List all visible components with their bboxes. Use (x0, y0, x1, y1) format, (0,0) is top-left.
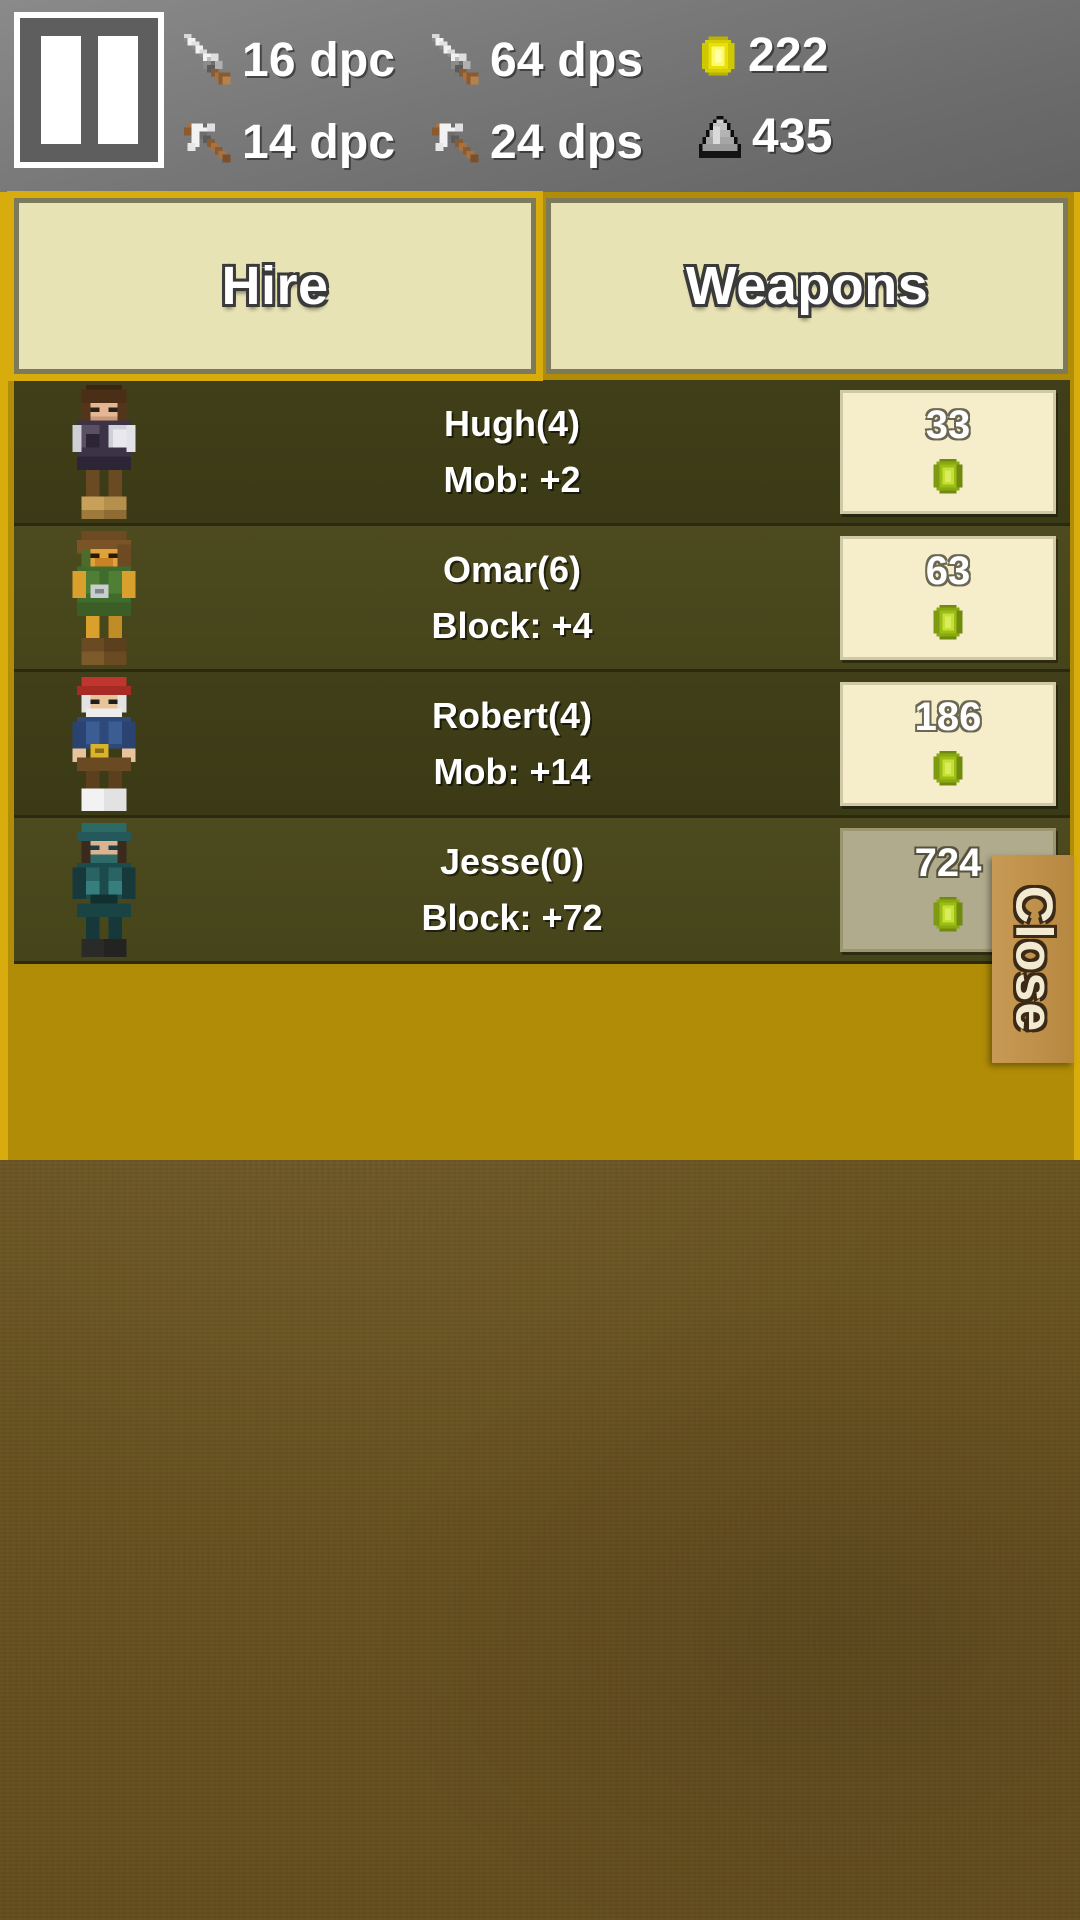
list-item[interactable]: Hugh(4) Mob: +2 33 (14, 380, 1070, 526)
top-hud: 16 dpc 14 dpc 64 dps 24 dps 222 435 (0, 0, 1080, 192)
game-screen: 16 dpc 14 dpc 64 dps 24 dps 222 435 Hire… (0, 0, 1080, 1920)
pause-button[interactable] (14, 12, 164, 168)
stat-pickaxe-dpc: 14 dpc (176, 112, 395, 174)
gold-gem-icon (692, 30, 744, 82)
hire-price-button[interactable]: 63 (840, 535, 1056, 660)
stat-value: 435 (752, 110, 833, 163)
stat-value: 24 dps (490, 116, 644, 169)
stone-icon (692, 112, 748, 162)
stat-pickaxe-dps: 24 dps (424, 112, 643, 174)
hire-list: Hugh(4) Mob: +2 33 Omar(6) Block: +4 63 … (14, 380, 1070, 964)
tab-hire[interactable]: Hire (7, 191, 543, 381)
list-item-info: Hugh(4) Mob: +2 (194, 402, 840, 500)
hire-bonus: Mob: +14 (433, 750, 591, 792)
stat-stone: 435 (692, 112, 833, 162)
hire-price: 186 (914, 694, 982, 739)
tab-hire-label: Hire (221, 256, 329, 316)
emerald-icon (925, 891, 971, 937)
hire-price-button[interactable]: 186 (840, 681, 1056, 806)
shop-panel: Hire Weapons Hugh(4) Mob: +2 33 Omar(6) … (0, 191, 1080, 1160)
hire-name: Omar(6) (442, 548, 582, 590)
hire-bonus: Mob: +2 (443, 458, 581, 500)
sword-icon (424, 30, 486, 92)
pickaxe-icon (424, 112, 486, 174)
tab-weapons-label: Weapons (685, 256, 929, 316)
list-item[interactable]: Robert(4) Mob: +14 186 (14, 672, 1070, 818)
stat-value: 64 dps (490, 34, 644, 87)
sword-icon (176, 30, 238, 92)
list-item-info: Robert(4) Mob: +14 (194, 694, 840, 792)
stat-sword-dpc: 16 dpc (176, 30, 395, 92)
stat-gold-gem: 222 (692, 30, 829, 82)
hire-price: 33 (925, 402, 971, 447)
list-item[interactable]: Jesse(0) Block: +72 724 (14, 818, 1070, 964)
avatar (14, 379, 194, 525)
close-button-label: Close (1004, 885, 1063, 1033)
list-item-info: Omar(6) Block: +4 (194, 548, 840, 646)
list-item[interactable]: Omar(6) Block: +4 63 (14, 526, 1070, 672)
pickaxe-icon (176, 112, 238, 174)
pause-bar-left (40, 36, 81, 144)
tab-weapons[interactable]: Weapons (546, 198, 1068, 374)
emerald-icon (925, 745, 971, 791)
pause-bar-right (97, 36, 138, 144)
panel-tab-row: Hire Weapons (7, 191, 1074, 381)
hire-price-button[interactable]: 33 (840, 389, 1056, 514)
hire-name: Hugh(4) (444, 402, 580, 444)
stat-value: 16 dpc (242, 34, 396, 87)
stat-sword-dps: 64 dps (424, 30, 643, 92)
emerald-icon (925, 453, 971, 499)
list-item-info: Jesse(0) Block: +72 (194, 840, 840, 938)
avatar (14, 817, 194, 963)
hire-bonus: Block: +72 (421, 896, 603, 938)
close-button[interactable]: Close (992, 855, 1074, 1063)
stat-value: 14 dpc (242, 116, 396, 169)
avatar (14, 525, 194, 671)
hire-bonus: Block: +4 (431, 604, 593, 646)
hire-name: Jesse(0) (439, 840, 585, 882)
hire-price: 724 (914, 840, 982, 885)
avatar (14, 671, 194, 817)
hire-name: Robert(4) (432, 694, 592, 736)
stat-value: 222 (748, 29, 829, 82)
hire-price: 63 (925, 548, 971, 593)
emerald-icon (925, 599, 971, 645)
